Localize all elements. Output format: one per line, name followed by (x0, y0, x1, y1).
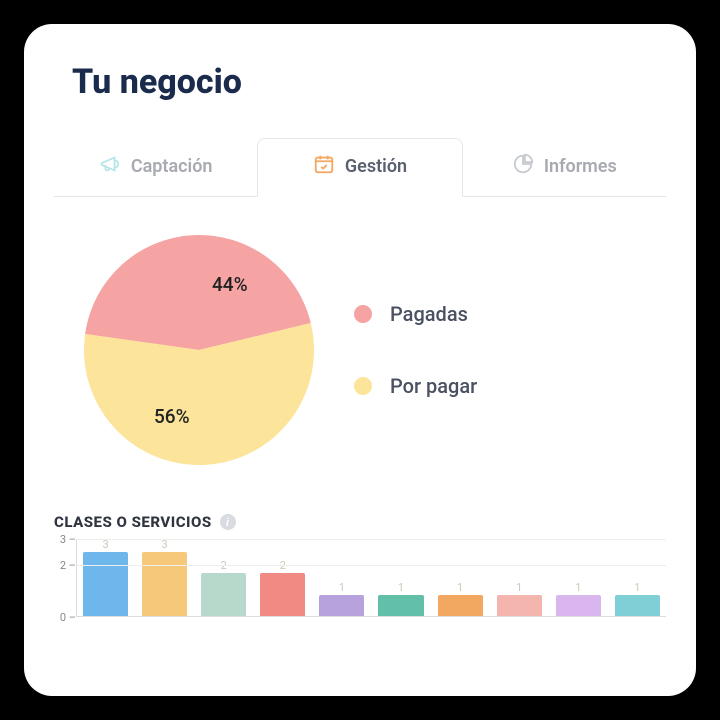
bar (556, 595, 601, 616)
bar-slot: 1 (497, 582, 542, 616)
bar (497, 595, 542, 616)
grid-line (77, 565, 666, 566)
bar (615, 595, 660, 616)
legend-item-paid: Pagadas (354, 302, 477, 326)
bar-slot: 1 (556, 582, 601, 616)
bar-value-label: 1 (457, 582, 463, 593)
bar (378, 595, 423, 616)
bar-value-label: 3 (102, 539, 108, 550)
pie-slice-label-paid: 44% (212, 273, 248, 296)
bar-value-label: 1 (516, 582, 522, 593)
bar (260, 573, 305, 616)
legend-label: Pagadas (390, 302, 468, 326)
pie-slice-label-topay: 56% (154, 405, 190, 428)
tab-label: Captación (131, 156, 213, 177)
bar (142, 552, 187, 616)
page-title: Tu negocio (72, 62, 666, 102)
bar-slot: 1 (319, 582, 364, 616)
tab-gestion[interactable]: Gestión (257, 138, 462, 197)
bar-value-label: 1 (398, 582, 404, 593)
pie-legend: Pagadas Por pagar (354, 302, 477, 398)
bar-slot: 2 (201, 560, 246, 616)
tab-label: Informes (544, 156, 617, 177)
legend-dot-icon (354, 305, 372, 323)
bar (83, 552, 128, 616)
info-icon[interactable]: i (220, 514, 236, 530)
bar (319, 595, 364, 616)
tab-informes[interactable]: Informes (463, 138, 666, 196)
section-title: CLASES O SERVICIOS (54, 513, 212, 531)
legend-label: Por pagar (390, 374, 477, 398)
bar-chart: 0 –2 –3 – 3 3 22 1 1 1 1 1 1 (54, 539, 666, 617)
y-tick: 3 – (60, 533, 76, 546)
tab-label: Gestión (345, 156, 407, 177)
calendar-check-icon (313, 153, 335, 180)
bar-value-label: 1 (339, 582, 345, 593)
bar-slot: 1 (438, 582, 483, 616)
y-axis: 0 –2 –3 – (54, 539, 76, 617)
bar-section-header: CLASES O SERVICIOS i (54, 513, 666, 531)
bar-value-label: 1 (634, 582, 640, 593)
bar (201, 573, 246, 616)
tab-captacion[interactable]: Captación (54, 138, 257, 196)
y-tick: 0 – (60, 611, 76, 624)
megaphone-icon (99, 153, 121, 180)
bar-value-label: 1 (575, 582, 581, 593)
grid-line (77, 539, 666, 540)
bar-slot: 3 (142, 539, 187, 616)
bar-slot: 1 (378, 582, 423, 616)
bar-slot: 3 (83, 539, 128, 616)
bar-plot-area: 3 3 22 1 1 1 1 1 1 (76, 539, 666, 617)
pie-chart: 44% 56% (84, 235, 314, 465)
legend-item-topay: Por pagar (354, 374, 477, 398)
bar-value-label: 3 (162, 539, 168, 550)
bar (438, 595, 483, 616)
bar-slot: 1 (615, 582, 660, 616)
dashboard-card: Tu negocio Captación Gestión (24, 24, 696, 696)
bar-slot: 2 (260, 560, 305, 616)
y-tick: 2 – (60, 559, 76, 572)
legend-dot-icon (354, 377, 372, 395)
pie-section: 44% 56% Pagadas Por pagar (54, 215, 666, 495)
tabs: Captación Gestión Informes (54, 138, 666, 197)
pie-chart-icon (512, 153, 534, 180)
